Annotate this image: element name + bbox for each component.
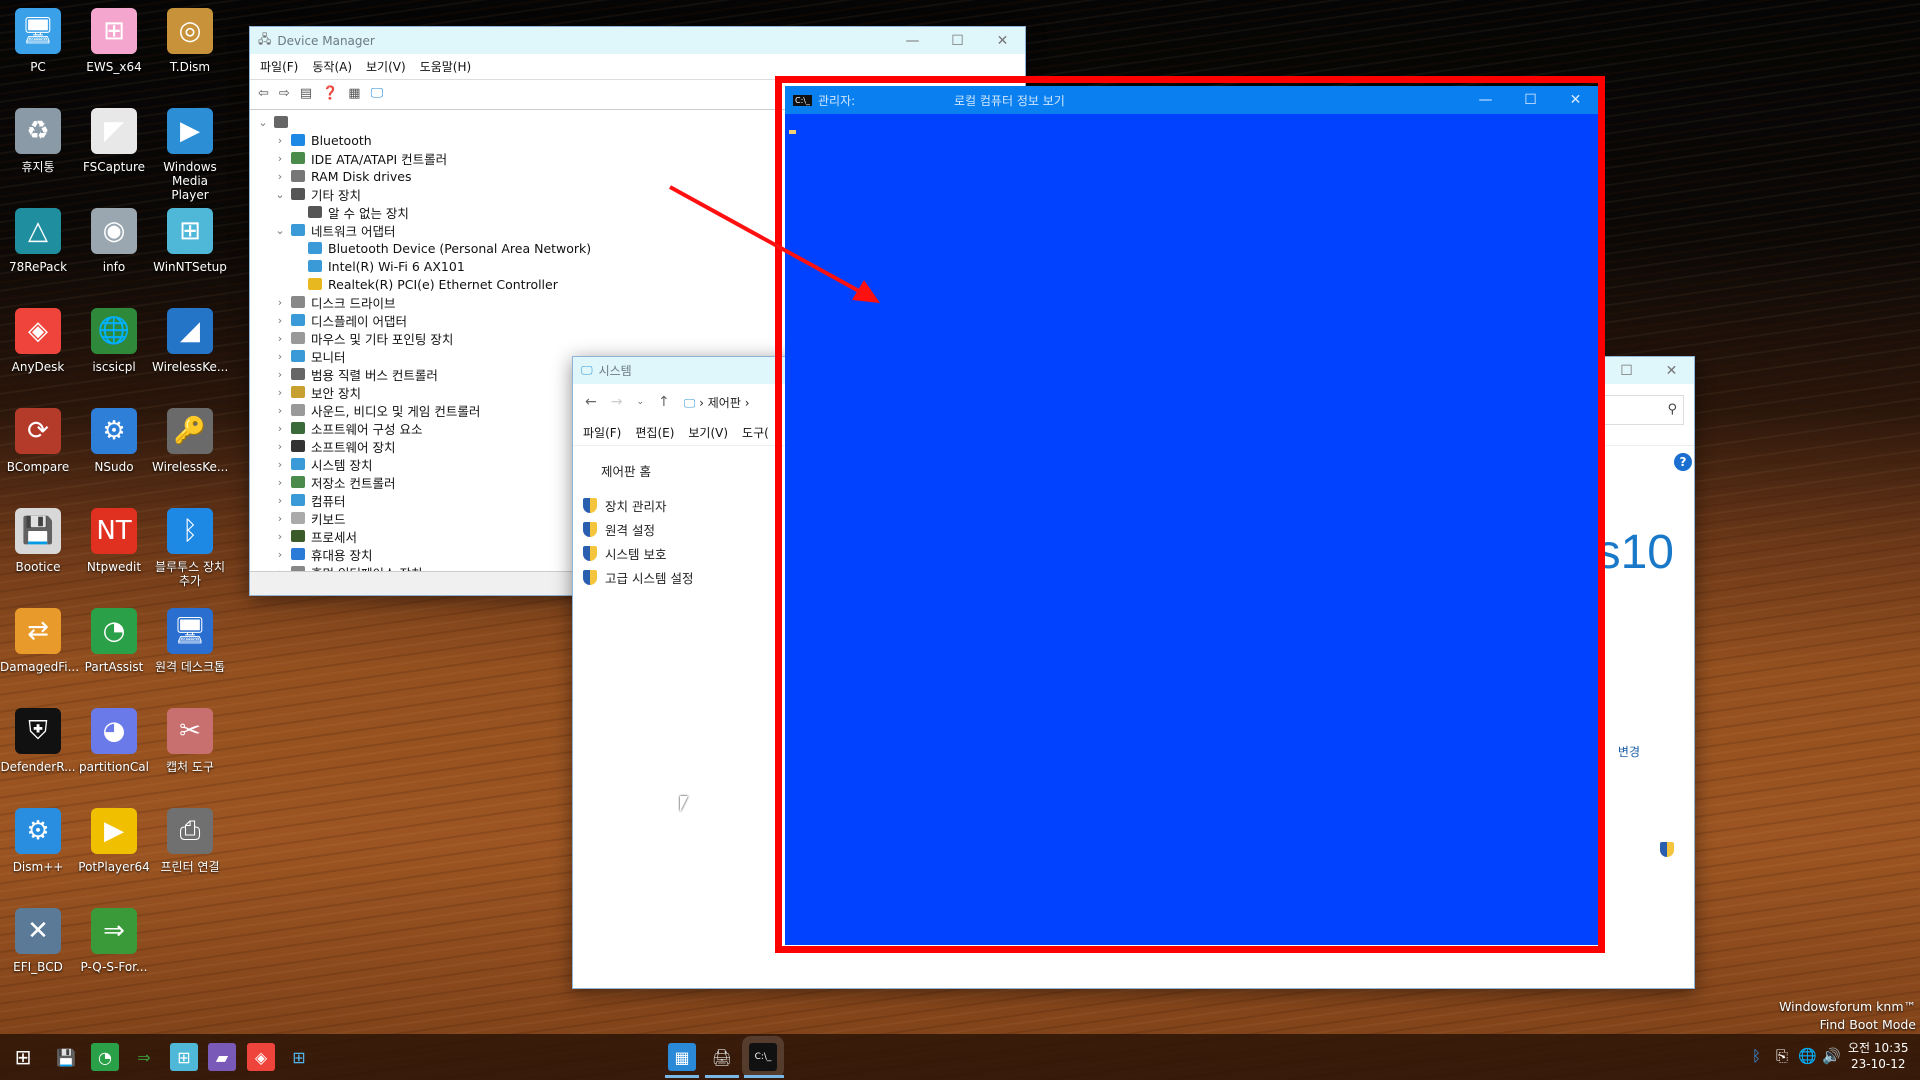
clock[interactable]: 오전 10:35 23-10-12 (1848, 1040, 1908, 1072)
taskbar-pqs[interactable]: ⇒ (130, 1043, 158, 1071)
taskbar-device-manager[interactable]: 🖨 (708, 1043, 736, 1071)
network-tray-icon[interactable]: 🌐 (1798, 1047, 1817, 1065)
clock-date: 23-10-12 (1851, 1057, 1906, 1071)
watermark-line-1: Windowsforum knm™ (1779, 999, 1916, 1014)
watermark: Windowsforum knm™ Find Boot Mode (1779, 998, 1916, 1034)
taskbar: ⊞ 💾 ◔ ⇒ ⊞ ▰ ◈ ⊞ ▦ 🖨 C:\_ ᛒ ⎘ 🌐 🔊 오전 10:3… (0, 1034, 1920, 1080)
taskbar-partassist[interactable]: ◔ (91, 1043, 119, 1071)
bluetooth-tray-icon[interactable]: ᛒ (1752, 1047, 1761, 1065)
clock-time: 오전 10:35 (1848, 1041, 1909, 1055)
usb-tray-icon[interactable]: ⎘ (1776, 1047, 1788, 1065)
volume-tray-icon[interactable]: 🔊 (1822, 1047, 1841, 1065)
taskbar-cmd[interactable]: C:\_ (749, 1043, 777, 1071)
taskbar-system[interactable]: ▦ (668, 1043, 696, 1071)
taskbar-anydesk[interactable]: ◈ (247, 1043, 275, 1071)
mouse-cursor-icon (680, 796, 688, 812)
red-arrow (669, 185, 880, 303)
taskbar-bootice[interactable]: 💾 (52, 1043, 80, 1071)
taskbar-windows-setup[interactable]: ⊞ (285, 1043, 313, 1071)
taskbar-folder[interactable]: ▰ (208, 1043, 236, 1071)
start-button[interactable]: ⊞ (9, 1043, 37, 1071)
taskbar-winntsetup[interactable]: ⊞ (170, 1043, 198, 1071)
watermark-line-2: Find Boot Mode (1819, 1017, 1916, 1032)
